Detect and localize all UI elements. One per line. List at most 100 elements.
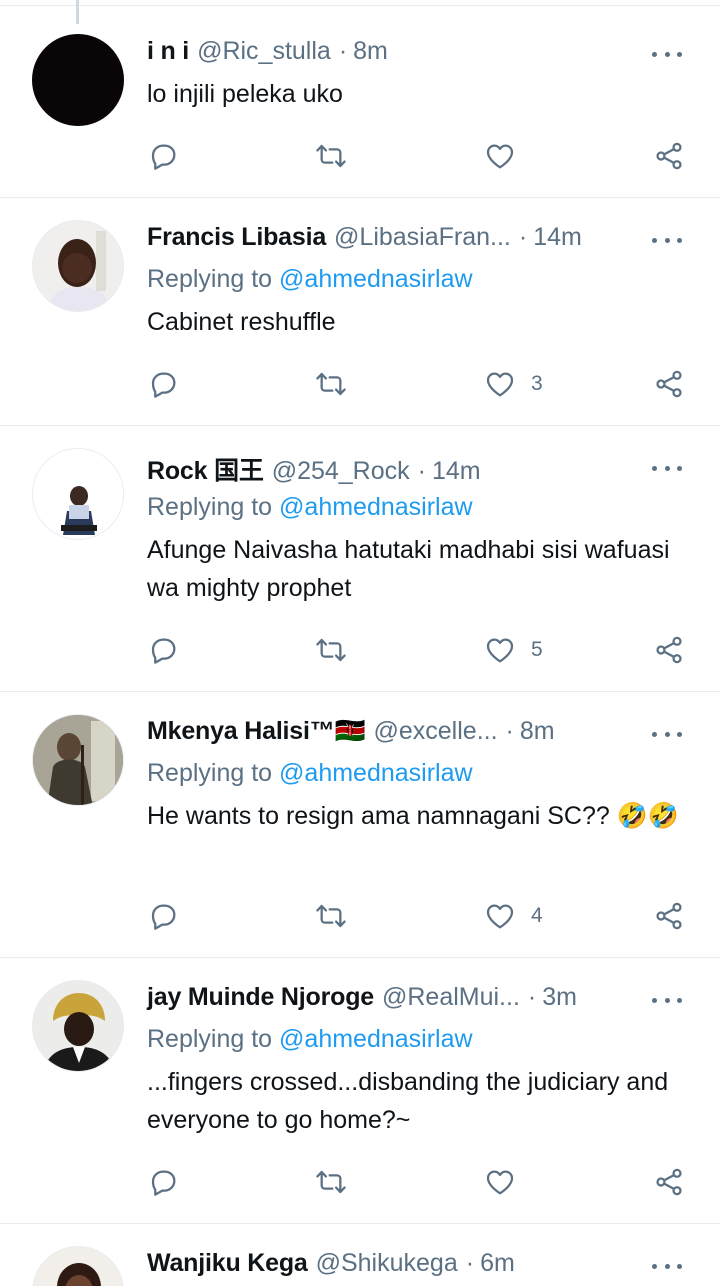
more-icon[interactable] — [650, 225, 684, 255]
avatar[interactable] — [32, 1246, 124, 1286]
tweet-header: jay Muinde Njoroge @RealMui... · 3m — [147, 983, 690, 1017]
more-icon[interactable] — [650, 1251, 684, 1281]
share-icon — [656, 902, 682, 930]
retweet-button[interactable] — [315, 1162, 347, 1202]
separator-dot: · — [518, 223, 528, 251]
tweet-header: Francis Libasia @LibasiaFran... · 14m — [147, 223, 690, 257]
avatar-cartoon-image — [33, 449, 123, 539]
tweet-text: ...fingers crossed...disbanding the judi… — [147, 1068, 669, 1134]
reply-icon — [151, 372, 176, 398]
heart-icon — [486, 372, 514, 397]
like-count: 4 — [531, 904, 543, 927]
like-button[interactable] — [484, 1162, 531, 1202]
retweet-icon — [316, 144, 346, 168]
tweet-item[interactable]: Mkenya Halisi™🇰🇪 @excelle... · 8m Replyi… — [0, 692, 720, 958]
tweet-header: Rock 国王 @254_Rock · 14m — [147, 451, 690, 485]
retweet-button[interactable] — [315, 136, 347, 176]
author-handle[interactable]: @254_Rock — [272, 457, 410, 486]
replying-to-label: Replying to — [147, 1025, 280, 1053]
more-icon[interactable] — [650, 719, 684, 749]
like-button[interactable]: 4 — [484, 896, 543, 936]
like-count: 5 — [531, 638, 543, 661]
share-button[interactable] — [653, 364, 685, 404]
avatar[interactable] — [32, 980, 124, 1072]
replying-to-label: Replying to — [147, 759, 280, 787]
tweet-item[interactable]: Francis Libasia @LibasiaFran... · 14m Re… — [0, 198, 720, 426]
like-button[interactable]: 3 — [484, 364, 543, 404]
mention-link[interactable]: @ahmednasirlaw — [279, 759, 473, 787]
author-handle[interactable]: @excelle... — [374, 717, 498, 746]
author-handle[interactable]: @Shikukega — [316, 1249, 458, 1278]
reply-button[interactable] — [147, 1162, 179, 1202]
mention-link[interactable]: @ahmednasirlaw — [279, 493, 473, 521]
tweet-header: i n i @Ric_stulla · 8m — [147, 37, 690, 71]
retweet-button[interactable] — [315, 896, 347, 936]
tweet-item[interactable]: Wanjiku Kega @Shikukega · 6m — [0, 1224, 720, 1286]
reply-icon — [151, 144, 176, 170]
timestamp[interactable]: 3m — [542, 983, 577, 1012]
author-name[interactable]: Mkenya Halisi™🇰🇪 — [147, 717, 366, 746]
reply-icon — [151, 638, 176, 664]
mention-link[interactable]: @ahmednasirlaw — [279, 265, 473, 293]
share-button[interactable] — [653, 896, 685, 936]
tweet-text: Cabinet reshuffle — [147, 308, 336, 336]
tweet-item[interactable]: jay Muinde Njoroge @RealMui... · 3m Repl… — [0, 958, 720, 1224]
separator-dot: · — [465, 1249, 475, 1277]
avatar[interactable] — [32, 220, 124, 312]
share-button[interactable] — [653, 136, 685, 176]
reply-button[interactable] — [147, 364, 179, 404]
author-name[interactable]: Wanjiku Kega — [147, 1249, 308, 1278]
author-name[interactable]: Rock 国王 — [147, 451, 264, 487]
heart-icon — [486, 1170, 514, 1195]
tweet-text: lo injili peleka uko — [147, 80, 343, 108]
author-name[interactable]: i n i — [147, 37, 189, 66]
retweet-button[interactable] — [315, 364, 347, 404]
avatar[interactable] — [32, 448, 124, 540]
author-name[interactable]: jay Muinde Njoroge — [147, 983, 374, 1012]
avatar-judge-wig-image — [33, 981, 123, 1071]
timestamp[interactable]: 14m — [533, 223, 582, 252]
share-button[interactable] — [653, 630, 685, 670]
share-icon — [656, 142, 682, 170]
reply-icon — [151, 1170, 176, 1196]
retweet-button[interactable] — [315, 630, 347, 670]
mention-link[interactable]: @ahmednasirlaw — [279, 1025, 473, 1053]
author-handle[interactable]: @Ric_stulla — [197, 37, 331, 66]
heart-icon — [486, 904, 514, 929]
timestamp[interactable]: 8m — [520, 717, 555, 746]
share-icon — [656, 370, 682, 398]
reply-button[interactable] — [147, 630, 179, 670]
replying-to: Replying to @ahmednasirlaw — [147, 759, 690, 793]
author-name[interactable]: Francis Libasia — [147, 223, 326, 252]
like-button[interactable]: 5 — [484, 630, 543, 670]
tweet-text: Afunge Naivasha hatutaki madhabi sisi wa… — [147, 536, 670, 602]
tweet-item[interactable]: Rock 国王 @254_Rock · 14m Replying to @ahm… — [0, 426, 720, 692]
like-count: 3 — [531, 372, 543, 395]
author-handle[interactable]: @LibasiaFran... — [334, 223, 511, 252]
timestamp[interactable]: 8m — [353, 37, 388, 66]
reply-button[interactable] — [147, 896, 179, 936]
timestamp[interactable]: 6m — [480, 1249, 515, 1278]
share-icon — [656, 1168, 682, 1196]
replying-to-label: Replying to — [147, 493, 280, 521]
tweet-text: He wants to resign ama namnagani SC?? 🤣🤣 — [147, 802, 679, 830]
timestamp[interactable]: 14m — [432, 457, 481, 486]
replying-to: Replying to @ahmednasirlaw — [147, 493, 690, 527]
reply-button[interactable] — [147, 136, 179, 176]
more-icon[interactable] — [650, 985, 684, 1015]
avatar[interactable] — [32, 34, 124, 126]
retweet-icon — [316, 638, 346, 662]
separator-dot: · — [505, 717, 514, 745]
tweet-item[interactable]: i n i @Ric_stulla · 8m lo injili peleka … — [0, 6, 720, 198]
share-button[interactable] — [653, 1162, 685, 1202]
avatar-portrait-image — [33, 221, 123, 311]
like-button[interactable] — [484, 136, 531, 176]
author-handle[interactable]: @RealMui... — [382, 983, 520, 1012]
retweet-icon — [316, 904, 346, 928]
retweet-icon — [316, 372, 346, 396]
avatar-portrait-woman-image — [33, 1247, 123, 1286]
avatar[interactable] — [32, 714, 124, 806]
replying-to: Replying to @ahmednasirlaw — [147, 265, 690, 299]
more-icon[interactable] — [650, 453, 684, 483]
more-icon[interactable] — [650, 39, 684, 69]
